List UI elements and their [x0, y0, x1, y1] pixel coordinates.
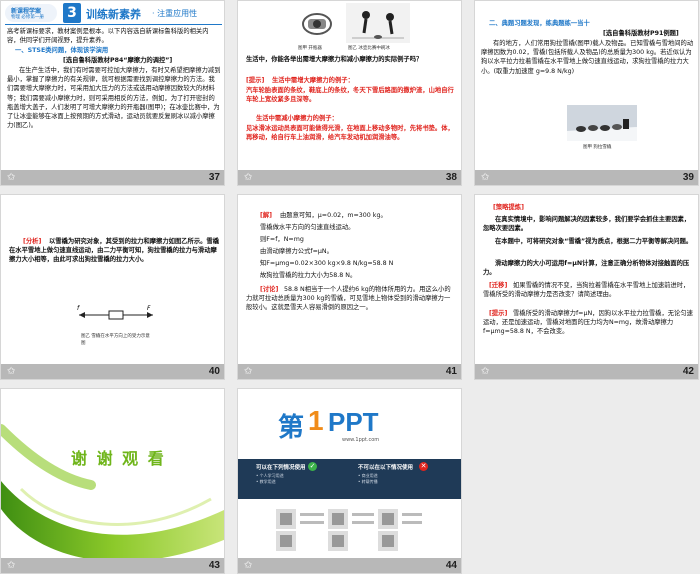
slide-thumbnail-37[interactable]: 新课程学案 物理 必修第一册 3 训练新素养 · 注重应用性 高考新课标要求，教…: [0, 0, 225, 186]
strategy-label: [策略提炼]: [493, 204, 524, 211]
title-rule: [5, 24, 222, 25]
slide-number: 43: [208, 560, 220, 571]
slide-number: 42: [682, 366, 694, 377]
section-title: 训练新素养: [86, 8, 141, 21]
slide-number: 41: [445, 366, 457, 377]
slide-thumbnail-39[interactable]: 二、典题习题发现，练典题练一当十 [选自鲁科版教材P91例题] 有的地方，人们常…: [474, 0, 699, 186]
solution-line-5: 知F=μmg=0.02×300 kg×9.8 N/kg=58.8 N: [260, 260, 394, 267]
allowed-title: 可以在下列情况使用: [256, 465, 306, 471]
slide-number: 39: [682, 172, 694, 183]
logo-number: 1: [308, 405, 324, 436]
disallowed-list: • 商业用途 • 转载传播: [358, 473, 378, 484]
source-note: [选自鲁科版教材P91例题]: [603, 30, 679, 37]
analysis-text: 以雪橇为研究对象，其受到的拉力和摩擦力如图乙所示。雪橇在水平雪地上做匀速直线运动…: [9, 238, 220, 264]
hint-text: 雪橇所受的滑动摩擦力f=μN，因狗以水平拉力拉雪橇，无论匀速运动，还是加速运动，…: [483, 310, 693, 336]
hint-heading-decrease: 生活中需减小摩擦力的例子：: [256, 115, 338, 122]
star-icon: ✩: [244, 560, 253, 571]
thanks-text: 谢 谢 观 看: [71, 449, 166, 468]
source-note: [选自鲁科版教材P84“摩擦力的调控”]: [63, 57, 173, 64]
star-icon: ✩: [481, 172, 490, 183]
photo-dog-sled: [567, 105, 637, 141]
slide-thumbnail-38[interactable]: 图甲 开瓶器 图乙 冰壶比赛中刷冰 生活中，你能各举出需增大摩擦力和减小摩擦力的…: [237, 0, 462, 186]
intro-text: 高考新课标要求，教材案例是根本。以下内容选自新课标鲁科版的相关内容，供同学们开阔…: [7, 28, 209, 45]
photo-curling: [346, 3, 410, 43]
solution-line-6: 故狗拉雪橇的拉力大小为58.8 N。: [260, 272, 357, 279]
section-subtitle: · 注重应用性: [152, 9, 198, 18]
star-icon: ✩: [244, 366, 253, 377]
hint-label: [提示]: [246, 77, 265, 84]
logo-url: www.1ppt.com: [342, 437, 380, 443]
star-icon: ✩: [7, 172, 16, 183]
caption-opener: 图甲 开瓶器: [298, 46, 322, 51]
check-icon: ✓: [308, 462, 317, 471]
slide-number: 37: [208, 172, 220, 183]
force-label-F: F: [147, 305, 151, 312]
star-icon: ✩: [244, 172, 253, 183]
slide-footer-bar: ✩ 43: [1, 558, 224, 573]
solution-line-4: 由滑动摩擦力公式f=μN。: [260, 248, 333, 255]
section-heading: 二、典题习题发现，练典题练一当十: [489, 20, 590, 27]
qr-code-block: [274, 503, 424, 553]
slide-number: 44: [445, 560, 457, 571]
slide-footer-bar: ✩ 41: [238, 364, 461, 379]
brand-subtext: 物理 必修第一册: [11, 15, 44, 20]
slide-thumbnail-40[interactable]: [分析] 以雪橇为研究对象，其受到的拉力和摩擦力如图乙所示。雪橇在水平雪地上做匀…: [0, 194, 225, 380]
cross-icon: ✕: [419, 462, 428, 471]
logo-prefix: 第: [278, 412, 305, 442]
section-heading: 一、STSE类问题，体现该学演用: [15, 47, 109, 54]
strategy-point-2: 在本题中，可将研究对象“雪橇”视为质点，根据二力平衡等解决问题。: [495, 238, 693, 245]
brand-logo: 新课程学案 物理 必修第一册: [5, 4, 57, 22]
star-icon: ✩: [7, 560, 16, 571]
slide-number: 38: [445, 172, 457, 183]
transfer-text: 如果雪橇的情况不变，当狗拉着雪橇在水平雪地上加速前进时，雪橇所受的滑动摩擦力是否…: [483, 282, 690, 299]
slide-footer-bar: ✩ 38: [238, 170, 461, 185]
photo-caption: 图甲 狗拉雪橇: [583, 145, 612, 150]
solution-line-3: 则F=f，N=mg: [260, 236, 304, 243]
question-text: 生活中，你能各举出需增大摩擦力和减小摩擦力的实际例子吗？: [246, 56, 423, 63]
section-number-badge: 3: [63, 3, 81, 23]
slide-footer-bar: ✩ 40: [1, 364, 224, 379]
star-icon: ✩: [481, 366, 490, 377]
slide-footer-bar: ✩ 42: [475, 364, 698, 379]
slide-thumbnail-42[interactable]: [策略提炼] 在真实情境中，影响问题解决的因素较多，我们要学会抓住主要因素，忽略…: [474, 194, 699, 380]
hint-body-decrease: 见冰滑冰运动员表面可能做得光滑，在地面上移动多物时，先将书垫。体，再移动，给自行…: [246, 125, 454, 142]
slide-number: 40: [208, 366, 220, 377]
photo-bottle-opener: [298, 5, 336, 43]
logo-suffix: PPT: [328, 407, 379, 437]
disallowed-title: 不可以在以下情况使用: [358, 465, 414, 471]
strategy-point-1: 在真实情境中，影响问题解决的因素较多，我们要学会抓住主要因素，忽略次要因素。: [483, 216, 691, 233]
hint-body-increase: 汽车轮胎表面的条纹，鞋底上的条纹，冬天下雪后路面的撒炉渣，山地自行车轮上宽纹紧多…: [246, 87, 454, 104]
usage-banner: 可以在下列情况使用 ✓ • 个人学习用途 • 教学用途 不可以在以下情况使用 ✕…: [238, 459, 461, 499]
allowed-list: • 个人学习用途 • 教学用途: [256, 473, 284, 484]
green-swoosh-decoration: [1, 424, 224, 562]
problem-text: 有的地方，人们常用狗拉雪橇(图甲)载人及物品。已知雪橇与雪地间的动摩擦因数为0.…: [481, 40, 694, 75]
caption-curling: 图乙 冰壶比赛中刷冰: [348, 46, 390, 51]
hint-heading-increase: 生活中需增大摩擦力的例子：: [272, 77, 354, 84]
body-text: 在生产生活中，我们有时需要可控加大摩擦力，有时又希望把摩擦力减到最小，掌握了摩擦…: [7, 67, 221, 130]
slide-footer-bar: ✩ 37: [1, 170, 224, 185]
diagram-caption: 图乙 雪橇在水平方向上的受力示意图: [81, 334, 150, 346]
slide-thumbnail-44[interactable]: 第 1 PPT www.1ppt.com 可以在下列情况使用 ✓ • 个人学习用…: [237, 388, 462, 574]
solution-line-2: 雪橇做水平方向的匀速直线运动。: [260, 224, 355, 231]
strategy-point-3: 滑动摩擦力的大小可运用f=μN计算，注意正确分析物体对接触面的压力。: [483, 260, 690, 277]
solution-line-1: 由题意可知，μ=0.02，m=300 kg。: [280, 212, 387, 219]
slide-footer-bar: ✩ 44: [238, 558, 461, 573]
slide-footer-bar: ✩ 39: [475, 170, 698, 185]
slide-thumbnail-43[interactable]: 谢 谢 观 看 ✩ 43: [0, 388, 225, 574]
slide-thumbnail-41[interactable]: [解] 由题意可知，μ=0.02，m=300 kg。 雪橇做水平方向的匀速直线运…: [237, 194, 462, 380]
discussion-text: 58.8 N相当于一个人提约6 kg的物体所用的力。用这么小的力就可拉动总质量为…: [246, 286, 451, 312]
force-label-f: f: [77, 305, 80, 312]
solution-label: [解]: [260, 212, 273, 219]
star-icon: ✩: [7, 366, 16, 377]
